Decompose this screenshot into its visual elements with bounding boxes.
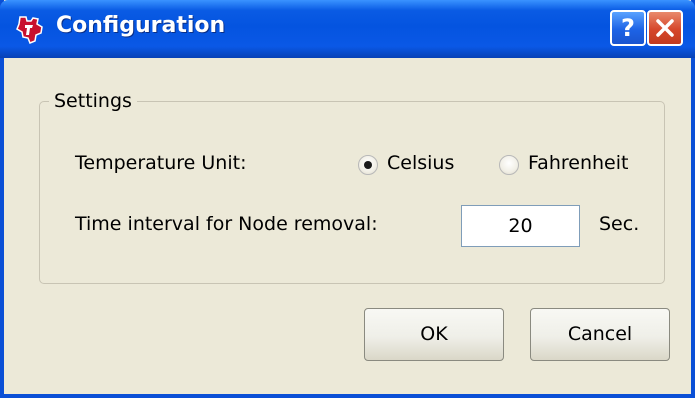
cancel-button[interactable]: Cancel — [530, 308, 670, 361]
radio-selected-dot — [364, 161, 372, 169]
window-title: Configuration — [56, 13, 226, 38]
celsius-radio[interactable] — [358, 155, 378, 175]
ti-logo-icon — [14, 15, 46, 45]
node-removal-interval-label: Time interval for Node removal: — [75, 213, 378, 235]
configuration-dialog: Configuration ? Settings Temperature Uni… — [0, 0, 695, 398]
node-removal-interval-input[interactable]: 20 — [461, 205, 580, 247]
celsius-label[interactable]: Celsius — [387, 152, 454, 174]
close-icon — [656, 19, 674, 37]
title-bar[interactable]: Configuration ? — [0, 0, 695, 58]
help-icon: ? — [621, 14, 635, 42]
settings-group-title: Settings — [49, 90, 137, 112]
help-button[interactable]: ? — [610, 10, 646, 46]
ok-button[interactable]: OK — [364, 308, 504, 361]
temperature-unit-label: Temperature Unit: — [75, 152, 247, 174]
fahrenheit-label[interactable]: Fahrenheit — [528, 152, 628, 174]
close-button[interactable] — [647, 10, 683, 46]
settings-group — [39, 101, 665, 284]
fahrenheit-radio[interactable] — [499, 155, 519, 175]
interval-unit-label: Sec. — [599, 213, 640, 235]
